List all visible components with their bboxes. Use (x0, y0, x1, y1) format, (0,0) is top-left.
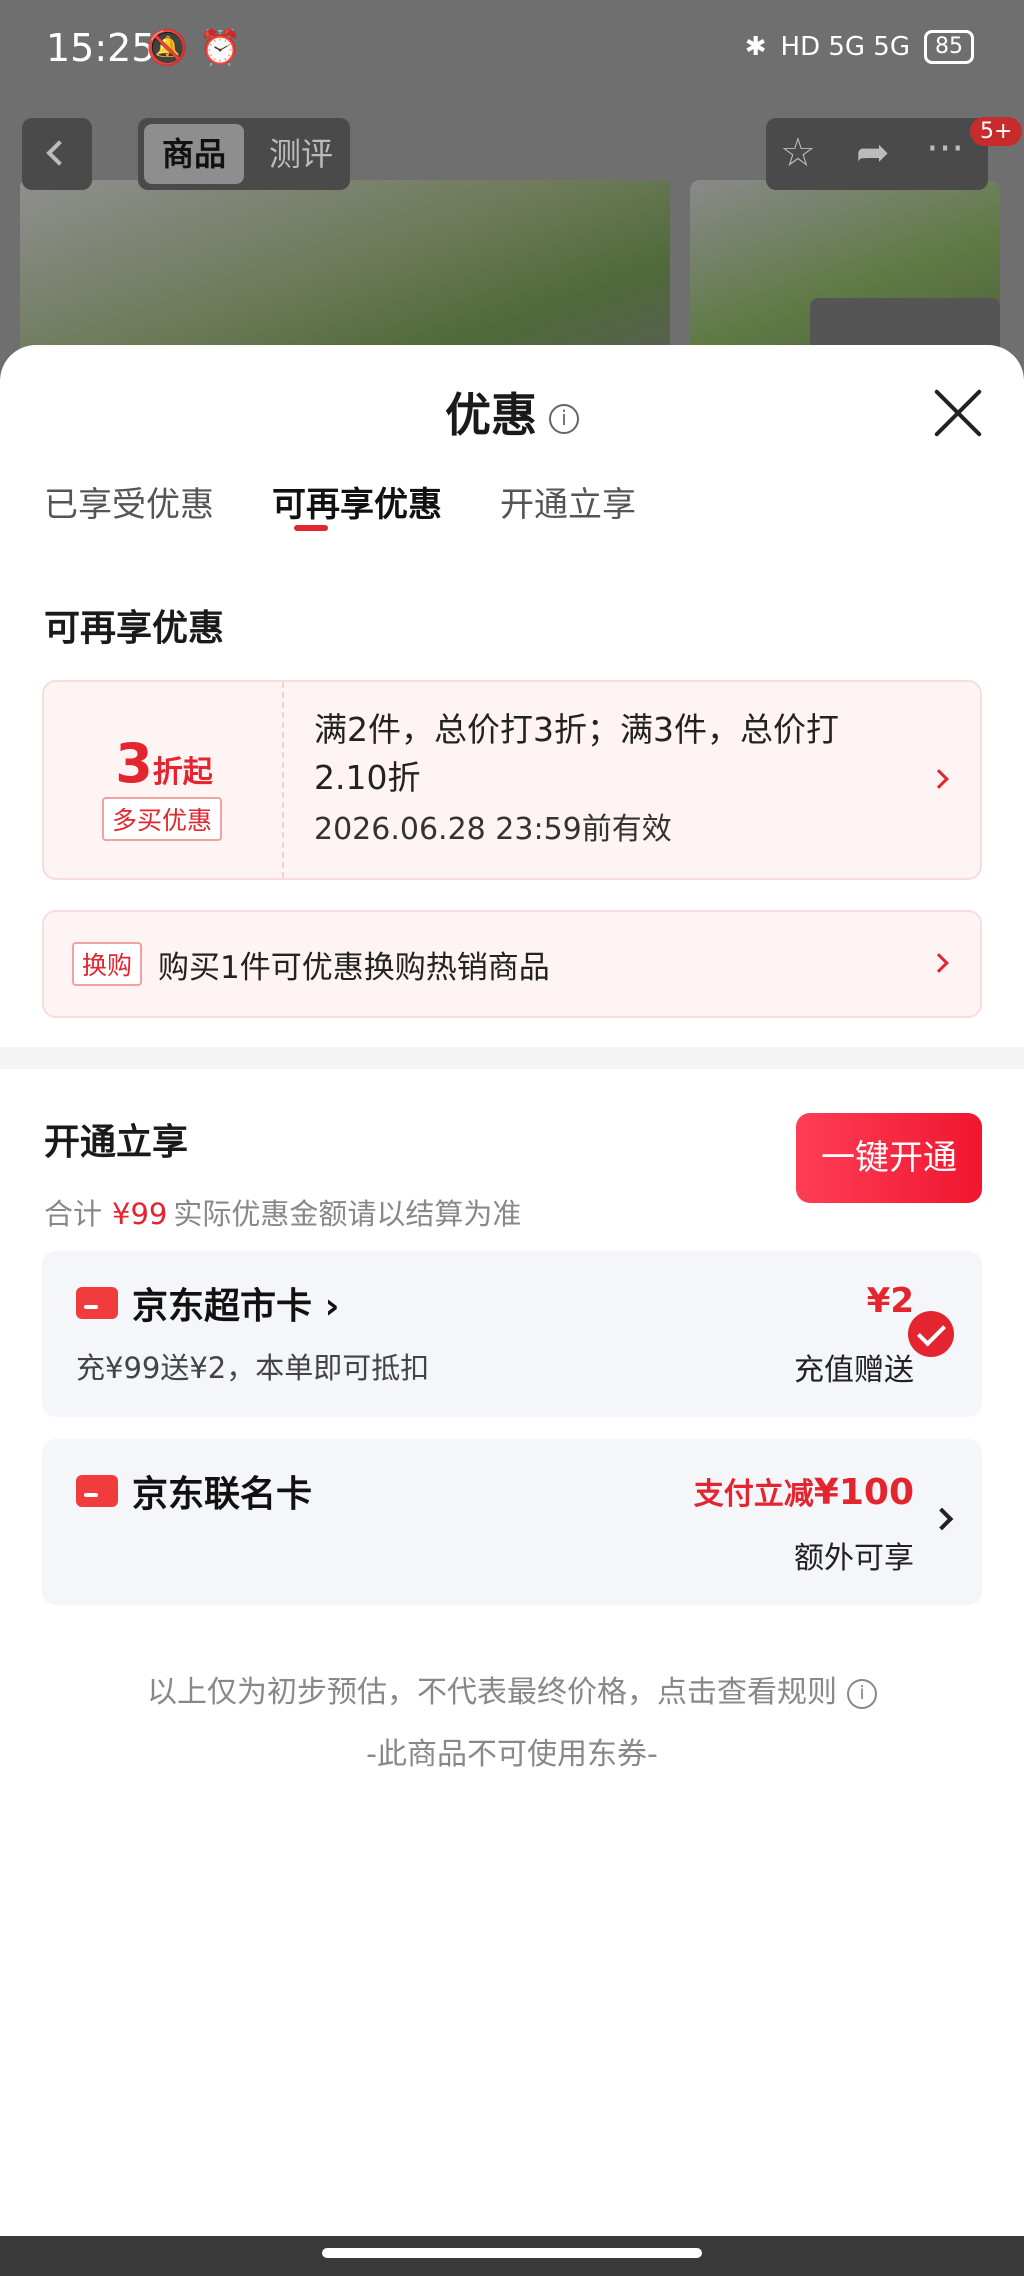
discount-number: 3 (115, 732, 153, 795)
tab-open-enjoy[interactable]: 开通立享 (500, 477, 636, 526)
chevron-right-icon (930, 1507, 954, 1531)
section-title: 可再享优惠 (44, 608, 225, 649)
section-divider (0, 1047, 1024, 1069)
share-icon[interactable]: ➦ (856, 130, 890, 176)
active-tab-indicator (294, 525, 328, 531)
back-button[interactable] (22, 118, 92, 190)
total-summary: 合计 ¥99 实际优惠金额请以结算为准 (44, 1191, 521, 1233)
chevron-right-small-icon: › (324, 1286, 340, 1327)
checked-icon[interactable] (908, 1311, 954, 1357)
card-name-text: 京东超市卡 (132, 1286, 313, 1327)
product-tab-switcher: 商品 测评 (138, 118, 350, 190)
card-name[interactable]: 京东超市卡 › (132, 1277, 339, 1329)
card-value-prefix: 支付立减 (693, 1477, 814, 1512)
total-note: 实际优惠金额请以结算为准 (173, 1197, 522, 1231)
chevron-right-icon (929, 953, 949, 973)
tab-more-available[interactable]: 可再享优惠 (272, 477, 442, 526)
coupon-value-col: 3折起 多买优惠 (44, 682, 284, 878)
discount-unit: 折起 (152, 755, 213, 790)
close-icon[interactable] (930, 385, 986, 441)
chevron-right-icon (929, 769, 949, 789)
discount-value: 3折起 (44, 732, 284, 795)
swap-tag: 换购 (72, 942, 143, 986)
status-time: 15:25 (46, 26, 156, 70)
battery-indicator: 85 (924, 30, 974, 64)
tab-enjoyed[interactable]: 已享受优惠 (44, 477, 214, 526)
mute-alarm-icons: 🔕 ⏰ (146, 28, 242, 68)
total-label: 合计 (44, 1197, 103, 1231)
card-note: 充值赠送 (794, 1353, 914, 1388)
card-value: ¥2 (866, 1281, 914, 1321)
pricing-disclaimer[interactable]: 以上仅为初步预估，不代表最终价格，点击查看规则 i (0, 1667, 1024, 1711)
swap-text: 购买1件可优惠换购热销商品 (158, 950, 550, 986)
message-badge: 5+ (970, 117, 1023, 146)
header-actions: ☆ ➦ ··· (766, 118, 988, 190)
card-subtitle: 充¥99送¥2，本单即可抵扣 (76, 1351, 430, 1385)
card-note: 额外可享 (794, 1541, 914, 1576)
card-value: 支付立减¥100 (694, 1469, 914, 1513)
coupon-validity: 2026.06.28 23:59前有效 (314, 812, 672, 847)
swap-purchase-row[interactable]: 换购 购买1件可优惠换购热销商品 (42, 910, 982, 1018)
discount-sheet: 优惠 i 已享受优惠 可再享优惠 开通立享 可再享优惠 3折起 多买优惠 满2件，… (0, 345, 1024, 2276)
status-bar: 15:25 🔕 ⏰ ✱ HD 5G 5G 85 (0, 0, 1024, 96)
disclaimer-text: 以上仅为初步预估，不代表最终价格，点击查看规则 (147, 1675, 837, 1710)
home-indicator[interactable] (0, 2236, 1024, 2276)
bluetooth-icon: ✱ (744, 32, 767, 62)
card-icon (76, 1475, 118, 1507)
coupon-card[interactable]: 3折起 多买优惠 满2件，总价打3折；满3件，总价打2.10折 2026.06.… (42, 680, 982, 880)
coupon-tag: 多买优惠 (102, 797, 223, 841)
one-click-open-button[interactable]: 一键开通 (796, 1113, 982, 1203)
info-icon[interactable]: i (549, 403, 579, 434)
tab-product[interactable]: 商品 (144, 124, 244, 184)
supermarket-card-row[interactable]: 京东超市卡 › 充¥99送¥2，本单即可抵扣 ¥2 充值赠送 (42, 1251, 982, 1417)
sheet-title: 优惠 i (0, 379, 1024, 445)
sheet-title-text: 优惠 (445, 388, 537, 442)
product-page-backdrop: 15:25 🔕 ⏰ ✱ HD 5G 5G 85 商品 测评 ☆ ➦ ··· 5+ (0, 0, 1024, 380)
status-right: ✱ HD 5G 5G 85 (745, 30, 974, 64)
coupon-restriction-note: -此商品不可使用东券- (366, 1737, 658, 1772)
star-icon[interactable]: ☆ (780, 130, 816, 176)
coupon-description: 满2件，总价打3折；满3件，总价打2.10折 (314, 710, 839, 797)
open-section-title: 开通立享 (44, 1122, 189, 1163)
card-value-amount: ¥100 (813, 1472, 914, 1513)
card-icon (76, 1287, 118, 1319)
total-amount: ¥99 (112, 1197, 168, 1231)
card-name: 京东联名卡 (132, 1474, 313, 1515)
home-indicator-bar (322, 2248, 702, 2258)
more-icon[interactable]: ··· (926, 126, 964, 172)
chevron-left-icon (46, 140, 72, 166)
co-branded-card-row[interactable]: 京东联名卡 支付立减¥100 额外可享 (42, 1439, 982, 1605)
info-icon: i (847, 1678, 877, 1709)
tab-review[interactable]: 测评 (256, 124, 346, 184)
network-indicator: HD 5G 5G (780, 32, 910, 62)
